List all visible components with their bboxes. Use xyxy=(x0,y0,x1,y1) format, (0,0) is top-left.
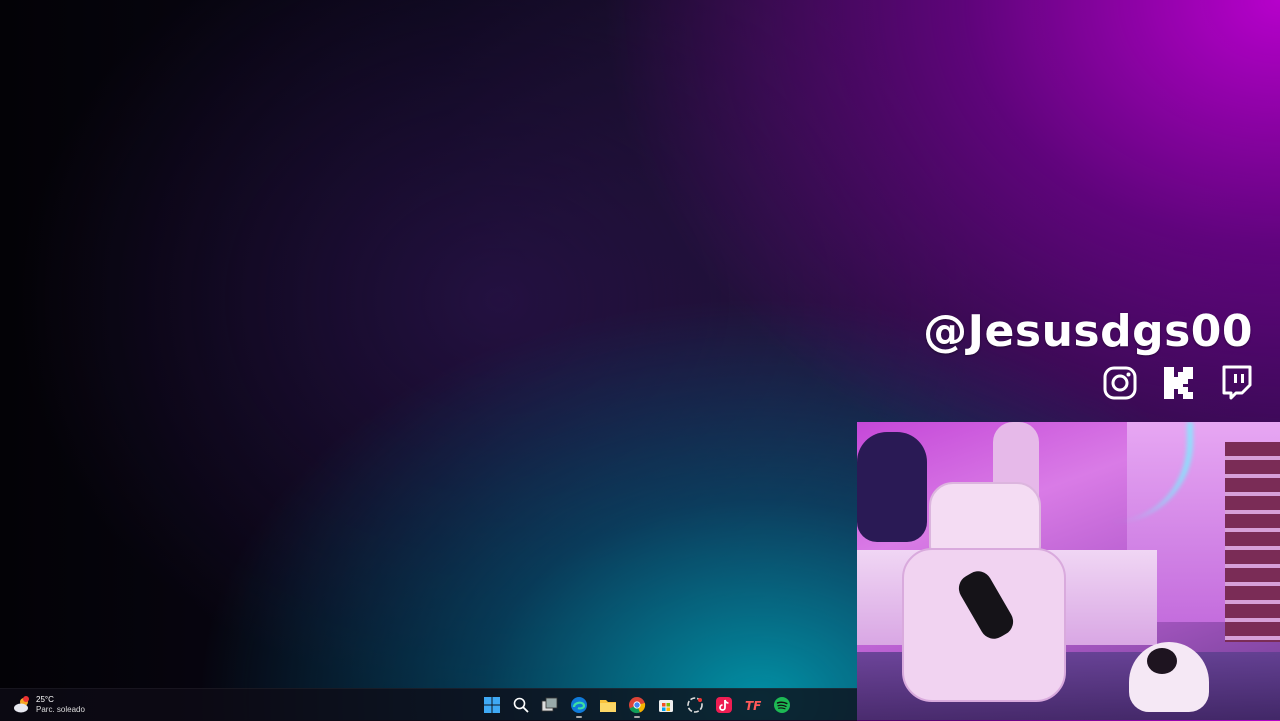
kick-icon xyxy=(1160,364,1196,402)
edge-icon[interactable] xyxy=(567,692,591,718)
social-icons xyxy=(1102,364,1254,402)
weather-condition: Parc. soleado xyxy=(36,705,85,714)
webcam-bookshelf xyxy=(1225,442,1280,642)
chrome-icon[interactable] xyxy=(625,692,649,718)
weather-temperature: 25°C xyxy=(36,695,54,704)
webcam-feed xyxy=(857,422,1280,720)
openai-icon[interactable] xyxy=(683,692,707,718)
webcam-dog-patch xyxy=(1147,648,1177,674)
stream-handle: @Jesusdgs00 xyxy=(923,306,1253,357)
spotify-icon[interactable] xyxy=(770,692,794,718)
instagram-icon xyxy=(1102,364,1138,402)
svg-text:TF: TF xyxy=(745,699,762,713)
task-view-icon[interactable] xyxy=(538,692,562,718)
tf-app-icon[interactable]: TF xyxy=(741,692,765,718)
windows-start-icon[interactable] xyxy=(480,692,504,718)
microsoft-store-icon[interactable] xyxy=(654,692,678,718)
taskbar-pinned-apps: TF xyxy=(480,692,794,718)
webcam-guitar xyxy=(857,432,927,542)
tiktok-icon[interactable] xyxy=(712,692,736,718)
search-icon[interactable] xyxy=(509,692,533,718)
weather-widget[interactable]: 25°C Parc. soleado xyxy=(12,693,85,717)
taskbar: 25°C Parc. soleado TF xyxy=(0,688,857,721)
webcam-chair-headrest xyxy=(929,482,1041,556)
weather-text: 25°C Parc. soleado xyxy=(36,695,85,715)
twitch-icon xyxy=(1218,364,1254,402)
partly-sunny-icon xyxy=(12,695,32,715)
file-explorer-icon[interactable] xyxy=(596,692,620,718)
